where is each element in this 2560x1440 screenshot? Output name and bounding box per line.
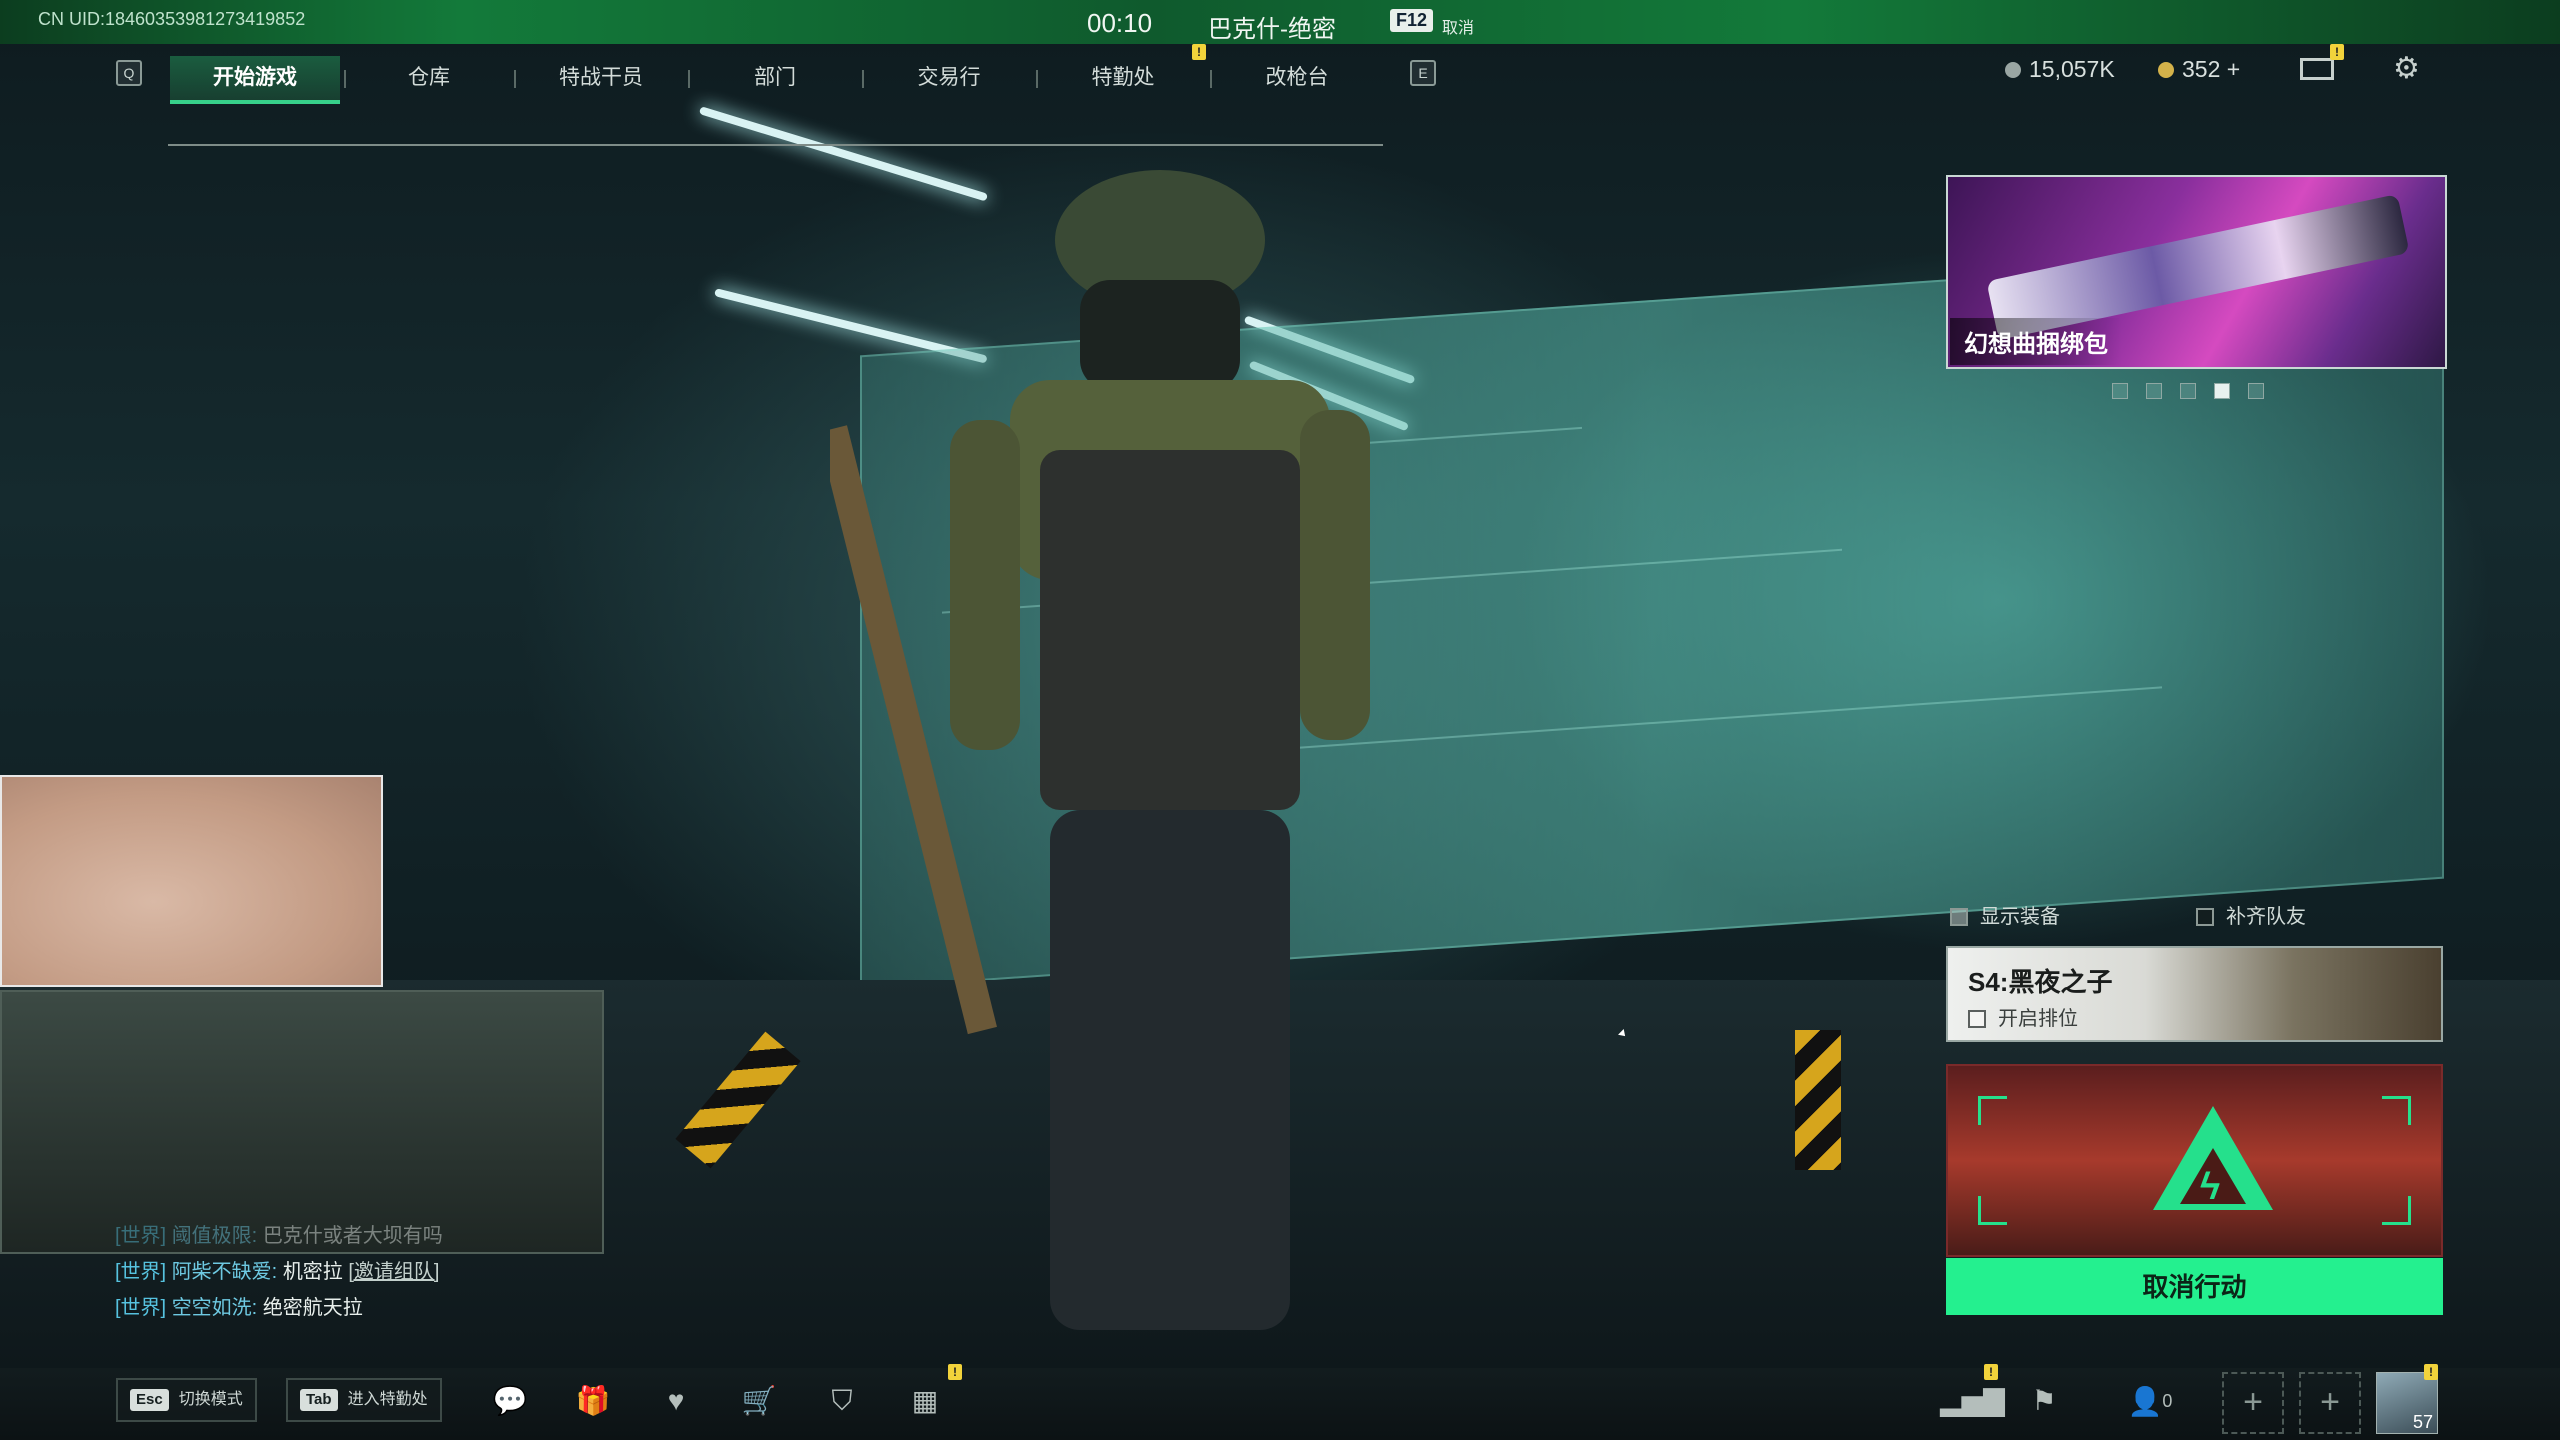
esc-key: Esc [130, 1389, 169, 1411]
matchmaking-timer: 00:10 [1087, 8, 1153, 38]
mail-alert-icon: ! [2330, 44, 2344, 60]
avatar-alert-icon: ! [2424, 1364, 2438, 1380]
special-ops-hint[interactable]: Tab 进入特勤处 [286, 1378, 442, 1422]
operator-character [830, 170, 1370, 1330]
shop-cart-icon[interactable]: 🛒 [739, 1386, 779, 1416]
flag-icon[interactable]: ⚑ [2024, 1386, 2064, 1416]
carousel-dot[interactable] [2146, 383, 2162, 399]
tab-department[interactable]: 部门 [690, 56, 860, 100]
tab-warehouse[interactable]: 仓库 [344, 56, 514, 100]
player-uid: CN UID:1846035398127341985​2 [38, 9, 306, 29]
cancel-action-button[interactable]: 取消行动 [1946, 1258, 2443, 1315]
gift-icon[interactable]: 🎁 [573, 1386, 613, 1416]
chat-line: [世界] 阈值极限: 巴克什或者大坝有吗 [115, 1218, 443, 1254]
season-card[interactable]: S4:黑夜之子 开启排位 [1946, 946, 2443, 1042]
fill-team-checkbox[interactable] [2196, 908, 2214, 926]
equipment-console [0, 990, 604, 1254]
calendar-alert-icon: ! [948, 1364, 962, 1380]
ranked-label: 开启排位 [1998, 1008, 2078, 1030]
currency-secondary-value: 352 + [2182, 56, 2241, 82]
cancel-hotkey-label: 取消 [1442, 20, 1475, 37]
carousel-dot[interactable] [2112, 383, 2128, 399]
show-gear-toggle[interactable]: 显示装备 [1950, 900, 2060, 929]
webcam-overlay [0, 775, 383, 987]
show-gear-checkbox[interactable] [1950, 908, 1968, 926]
chat-message: 巴克什或者大坝有吗 [262, 1225, 443, 1247]
nav-next-key[interactable]: E [1410, 60, 1436, 86]
fill-team-label: 补齐队友 [2226, 906, 2306, 928]
ranked-checkbox[interactable] [1968, 1010, 1986, 1028]
show-gear-label: 显示装备 [1980, 906, 2060, 928]
currency-primary[interactable]: 15,057K [2005, 56, 2115, 83]
stats-icon[interactable]: ▂▅▇ [1940, 1386, 2005, 1416]
season-title: S4:黑夜之子 [1968, 967, 2113, 997]
tab-special-ops[interactable]: 特勤处 [1038, 56, 1208, 100]
carousel-dot-active[interactable] [2214, 383, 2230, 399]
frame-corner [2382, 1096, 2411, 1125]
chat-icon[interactable]: 💬 [490, 1386, 530, 1416]
bolt-icon: ϟ [2200, 1166, 2221, 1208]
map-mode-label: 巴克什-绝密 [1208, 16, 1336, 43]
frame-corner [1978, 1096, 2007, 1125]
chat-message: 绝密航天拉 [262, 1297, 363, 1319]
chat-sender[interactable]: 空空如洗: [172, 1297, 258, 1319]
switch-mode-hint[interactable]: Esc 切换模式 [116, 1378, 257, 1422]
chat-line: [世界] 阿柴不缺爱: 机密拉 [邀请组队] [115, 1254, 443, 1290]
havk-coin-icon [2005, 62, 2021, 78]
nav-underline [168, 144, 1383, 146]
calendar-icon[interactable]: ▦ [905, 1386, 945, 1416]
carousel-dot[interactable] [2248, 383, 2264, 399]
promo-carousel-dots [2112, 383, 2282, 404]
badge-icon[interactable]: ⛉ [822, 1386, 862, 1416]
special-ops-hint-label: 进入特勤处 [347, 1391, 428, 1408]
fill-team-toggle[interactable]: 补齐队友 [2196, 900, 2306, 929]
stats-alert-icon: ! [1984, 1364, 1998, 1380]
ranked-toggle[interactable]: 开启排位 [1968, 1002, 2078, 1031]
promo-banner[interactable]: 幻想曲捆绑包 [1946, 175, 2447, 369]
gear-icon[interactable]: ⚙ [2393, 54, 2423, 84]
shield-heart-icon[interactable]: ♥ [656, 1386, 696, 1416]
team-slot[interactable]: + [2222, 1372, 2284, 1434]
chat-sender[interactable]: 阈值极限: [172, 1225, 258, 1247]
tab-operators[interactable]: 特战干员 [516, 56, 686, 100]
world-chat: [世界] 阈值极限: 巴克什或者大坝有吗 [世界] 阿柴不缺爱: 机密拉 [邀请… [115, 1218, 443, 1326]
tab-key: Tab [300, 1389, 338, 1411]
hazard-post [1795, 1030, 1841, 1170]
nav-prev-key[interactable]: Q [116, 60, 142, 86]
friends-icon[interactable]: 👤0 [2120, 1386, 2180, 1417]
carousel-dot[interactable] [2180, 383, 2196, 399]
team-slot[interactable]: + [2299, 1372, 2361, 1434]
chat-sender[interactable]: 阿柴不缺爱: [172, 1261, 278, 1283]
chat-channel: [世界] [115, 1261, 167, 1283]
mode-card[interactable]: ϟ [1946, 1064, 2443, 1257]
chat-line: [世界] 空空如洗: 绝密航天拉 [115, 1290, 443, 1326]
friends-count: 0 [2162, 1391, 2173, 1411]
tab-start-game[interactable]: 开始游戏 [170, 56, 340, 104]
cancel-hotkey[interactable]: F12 [1390, 9, 1434, 32]
tab-market[interactable]: 交易行 [864, 56, 1034, 100]
player-avatar[interactable]: 57 [2376, 1372, 2438, 1434]
currency-secondary[interactable]: 352 + [2158, 56, 2240, 83]
top-status-bar: CN UID:1846035398127341985​2 00:10 巴克什-绝… [0, 0, 2560, 44]
player-level: 57 [2412, 1412, 2433, 1432]
chat-message: 机密拉 [282, 1261, 343, 1283]
mail-icon[interactable] [2300, 58, 2334, 80]
frame-corner [1978, 1196, 2007, 1225]
special-ops-alert-icon: ! [1192, 44, 1206, 60]
currency-primary-value: 15,057K [2029, 56, 2115, 82]
frame-corner [2382, 1196, 2411, 1225]
chat-channel: [世界] [115, 1225, 167, 1247]
chat-channel: [世界] [115, 1297, 167, 1319]
promo-label: 幻想曲捆绑包 [1950, 318, 2122, 365]
switch-mode-label: 切换模式 [178, 1391, 243, 1408]
gold-coin-icon [2158, 62, 2174, 78]
chat-invite-link[interactable]: [邀请组队] [348, 1261, 439, 1283]
tab-gunsmith[interactable]: 改枪台 [1212, 56, 1382, 100]
